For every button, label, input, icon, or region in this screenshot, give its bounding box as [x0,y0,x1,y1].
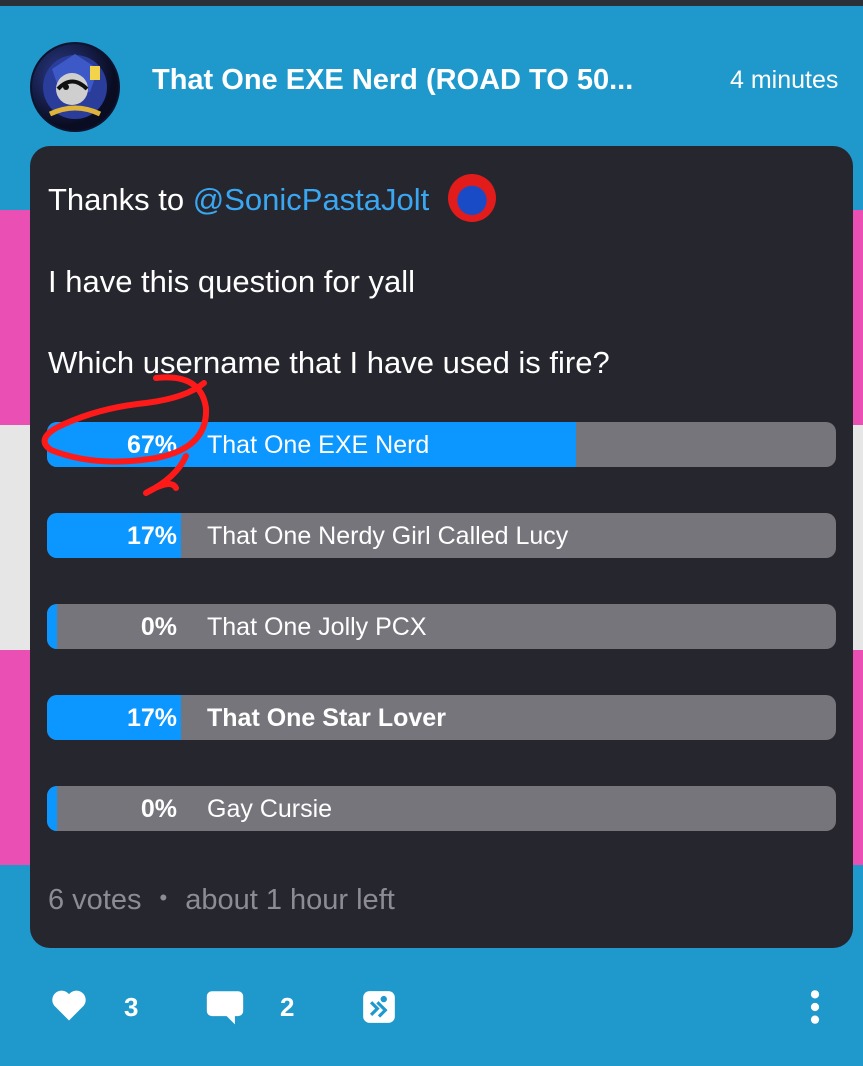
post-actions: 3 2 [0,980,863,1040]
poll-option-percent: 17% [126,522,177,550]
avatar[interactable] [30,42,120,132]
poll-option-percent: 17% [126,704,177,732]
comment-icon [206,991,244,1025]
heart-icon [52,990,86,1021]
poll-option-label: That One Star Lover [207,704,446,732]
mention-link[interactable]: @SonicPastaJolt [193,182,430,217]
post-time: 4 minutes [730,66,839,94]
post-text-mention-line: Thanks to @SonicPastaJolt [48,174,496,226]
vote-count: 6 votes [48,884,142,916]
comment-button[interactable] [205,988,245,1031]
poll-option-percent: 0% [140,795,177,823]
poll-option[interactable]: 0% That One Jolly PCX [47,604,836,649]
poll-option-label: Gay Cursie [207,795,333,823]
share-button[interactable] [360,988,398,1031]
post-text-line: I have this question for yall [48,264,416,299]
share-icon [363,991,395,1023]
time-left: about 1 hour left [185,884,395,916]
more-icon [810,990,820,1024]
author-name[interactable]: That One EXE Nerd (ROAD TO 50... [152,64,697,97]
like-count: 3 [124,992,139,1022]
meta-separator: • [159,885,168,910]
poll-question: Which username that I have used is fire? [48,345,610,380]
poll-option[interactable]: 67% That One EXE Nerd [47,422,836,467]
post-header: That One EXE Nerd (ROAD TO 50... 4 minut… [0,30,863,132]
poll-option[interactable]: 0% Gay Cursie [47,786,836,831]
comment-count: 2 [280,992,295,1022]
post-card: Thanks to @SonicPastaJolt I have this qu… [30,146,853,948]
poll-option-percent: 67% [126,431,177,459]
poll-option-percent: 0% [140,613,177,641]
like-button[interactable] [50,988,88,1027]
more-button[interactable] [808,988,822,1031]
poll-option-label: That One Nerdy Girl Called Lucy [207,522,569,550]
poll-option[interactable]: 17% That One Nerdy Girl Called Lucy [47,513,836,558]
avatar-image [43,54,107,119]
poll-meta: 6 votes • about 1 hour left [48,884,395,917]
mention-prefix: Thanks to [48,182,185,218]
poll-option-label: That One Jolly PCX [207,613,427,641]
poll-option-selected[interactable]: 17% That One Star Lover [47,695,836,740]
mention-avatar [447,174,496,222]
poll-option-label: That One EXE Nerd [207,431,430,459]
